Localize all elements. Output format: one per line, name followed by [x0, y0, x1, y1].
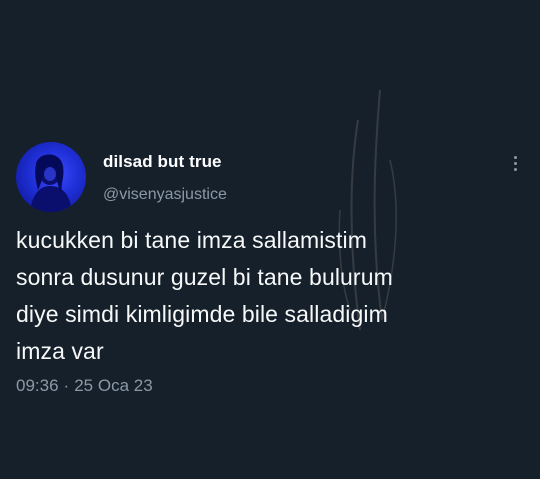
tweet-date: 25 Oca 23: [74, 376, 153, 395]
dot: [513, 161, 517, 165]
username[interactable]: @visenyasjustice: [103, 185, 227, 205]
tweet-card: dilsad but true @visenyasjustice kucukke…: [0, 0, 540, 479]
tweet-timestamp[interactable]: 09:36 · 25 Oca 23: [16, 375, 153, 397]
tweet-time: 09:36: [16, 376, 59, 395]
tweet-header: dilsad but true @visenyasjustice: [103, 152, 227, 205]
dot: [513, 155, 517, 159]
tweet-text: kucukken bi tane imza sallamistim sonra …: [16, 227, 393, 364]
more-vertical-icon[interactable]: [506, 152, 524, 174]
display-name[interactable]: dilsad but true: [103, 152, 227, 172]
avatar[interactable]: [16, 142, 86, 212]
dot: [513, 167, 517, 171]
avatar-photo-icon: [30, 154, 72, 212]
separator: ·: [63, 376, 70, 395]
